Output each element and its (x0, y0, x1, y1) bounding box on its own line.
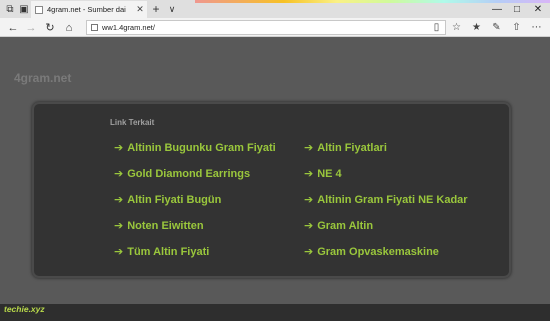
arrow-icon: ➔ (114, 220, 124, 232)
accent-line (195, 0, 550, 3)
arrow-icon: ➔ (304, 168, 314, 180)
arrow-icon: ➔ (304, 194, 314, 206)
tab-title: 4gram.net - Sumber dai (47, 5, 126, 14)
chevron-down-icon[interactable]: ∨ (166, 2, 178, 16)
reading-view-icon[interactable]: ▯ (430, 21, 443, 34)
pen-icon[interactable]: ✎ (490, 21, 503, 34)
related-link[interactable]: ➔ Tüm Altin Fiyati (114, 245, 209, 258)
related-link[interactable]: ➔ Altinin Gram Fiyati NE Kadar (304, 193, 468, 206)
favorite-star-icon[interactable]: ☆ (450, 21, 463, 34)
related-link[interactable]: ➔ Gram Altin (304, 219, 373, 232)
more-menu-icon[interactable]: ⋯ (530, 21, 543, 34)
arrow-icon: ➔ (304, 142, 314, 154)
navigation-bar: ← → ↻ ⌂ ww1.4gram.net/ ▯ ☆ ★ ✎ ⇧ ⋯ (0, 18, 550, 37)
page-favicon-icon (35, 5, 43, 14)
favorites-hub-icon[interactable]: ★ (470, 21, 483, 34)
related-link[interactable]: ➔ Gram Opvaskemaskine (304, 245, 439, 258)
arrow-icon: ➔ (114, 168, 124, 180)
browser-tab[interactable]: 4gram.net - Sumber dai ✕ (31, 1, 147, 18)
related-link[interactable]: ➔ Noten Eiwitten (114, 219, 204, 232)
minimize-button[interactable]: — (490, 2, 504, 16)
watermark: techie.xyz (4, 304, 45, 314)
share-icon[interactable]: ⇧ (510, 21, 523, 34)
related-link[interactable]: ➔ NE 4 (304, 167, 342, 180)
page-content: 4gram.net Link Terkait ➔ Altinin Bugunku … (0, 38, 550, 321)
arrow-icon: ➔ (114, 142, 124, 154)
arrow-icon: ➔ (114, 194, 124, 206)
forward-button[interactable]: → (24, 21, 38, 34)
related-link[interactable]: ➔ Altin Fiyatlari (304, 141, 387, 154)
related-link[interactable]: ➔ Altin Fiyati Bugün (114, 193, 221, 206)
footer-bar (0, 304, 550, 321)
refresh-button[interactable]: ↻ (43, 21, 57, 34)
close-icon[interactable]: ✕ (135, 4, 145, 15)
new-tab-button[interactable]: + (150, 2, 162, 16)
maximize-button[interactable]: □ (510, 2, 524, 16)
arrow-icon: ➔ (304, 246, 314, 258)
page-info-icon[interactable] (91, 24, 98, 31)
site-title[interactable]: 4gram.net (14, 71, 71, 85)
address-bar[interactable]: ww1.4gram.net/ (86, 20, 446, 35)
arrow-icon: ➔ (114, 246, 124, 258)
related-links-panel: Link Terkait ➔ Altinin Bugunku Gram Fiyat… (32, 102, 511, 278)
related-link[interactable]: ➔ Altinin Bugunku Gram Fiyati (114, 141, 276, 154)
window-close-button[interactable]: ✕ (531, 2, 545, 16)
home-button[interactable]: ⌂ (62, 21, 76, 34)
url-text: ww1.4gram.net/ (102, 23, 155, 32)
back-button[interactable]: ← (6, 21, 20, 34)
related-link[interactable]: ➔ Gold Diamond Earrings (114, 167, 250, 180)
tab-preview-icon[interactable]: ▣ (18, 3, 30, 15)
panel-heading: Link Terkait (110, 118, 155, 127)
arrow-icon: ➔ (304, 220, 314, 232)
tab-actions-icon[interactable]: ⧉ (4, 3, 16, 15)
